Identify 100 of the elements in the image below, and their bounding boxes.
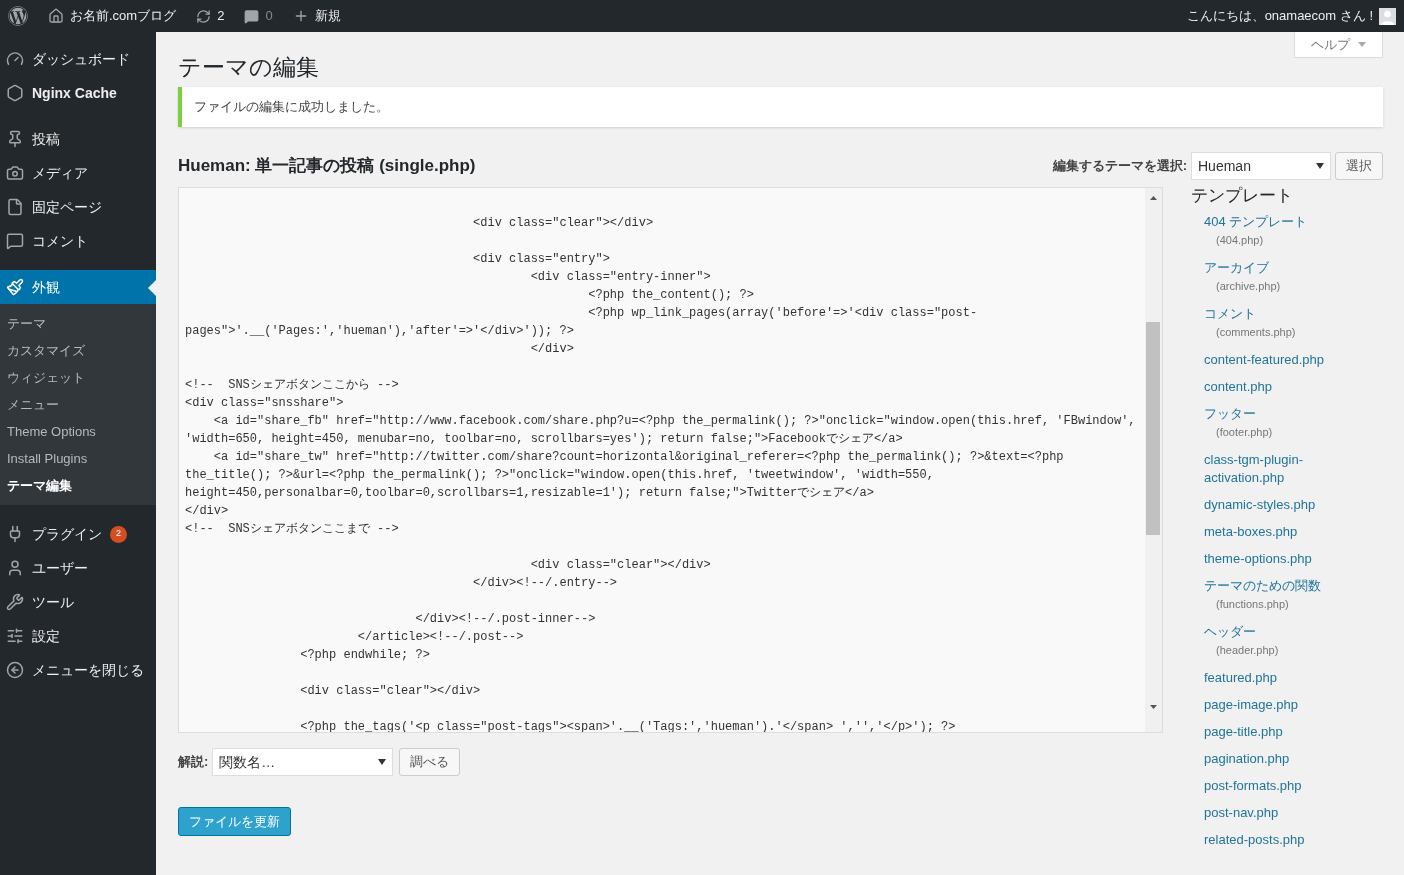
theme-select-label: 編集するテーマを選択: xyxy=(1052,157,1187,176)
site-name-link[interactable]: お名前.comブログ xyxy=(70,6,177,26)
paintbrush-icon xyxy=(6,278,24,296)
menu-item[interactable]: コメント xyxy=(0,224,156,258)
updates-icon[interactable] xyxy=(196,8,212,24)
template-link[interactable]: pagination.php xyxy=(1204,750,1383,768)
code-line: </div> xyxy=(185,503,229,520)
help-tab[interactable]: ヘルプ xyxy=(1294,32,1383,58)
template-link[interactable]: ヘッダー xyxy=(1204,623,1383,641)
template-link[interactable]: meta-boxes.php xyxy=(1204,523,1383,541)
code-line: <!-- SNSシェアボタンここまで --> xyxy=(185,521,399,538)
function-select[interactable]: 関数名… xyxy=(212,748,394,776)
code-line: <div class="entry"> xyxy=(472,251,610,268)
code-line: <a id="share_fb" href="http://www.facebook.com/share.php?u=<?php the_permalink(); ?>"onclick="window.open(this.href, 'FBwindow', xyxy=(212,413,1136,430)
camera-icon xyxy=(6,164,24,182)
lookup-button[interactable]: 調べる xyxy=(399,748,461,776)
code-line: <!-- SNSシェアボタンここから --> xyxy=(185,377,399,394)
code-line: <div class="entry-inner"> xyxy=(529,269,711,286)
wordpress-logo-icon[interactable] xyxy=(8,6,28,26)
template-link[interactable]: テーマのための関数 xyxy=(1204,577,1383,595)
code-line: <?php wp_link_pages(array('before'=>'<div class="post- xyxy=(587,305,978,322)
code-line: 'width=650, height=450, menubar=no, toolbar=no, scrollbars=yes'); return false;">Facebookでシェア</a> xyxy=(185,431,903,448)
page-icon xyxy=(6,198,24,216)
menu-item[interactable]: メニューを閉じる xyxy=(0,653,156,687)
submenu-item[interactable]: メニュー xyxy=(0,391,156,418)
updates-count[interactable]: 2 xyxy=(217,6,225,26)
code-line: </div> xyxy=(529,341,574,358)
collapse-icon xyxy=(6,661,24,679)
submenu-item[interactable]: カスタマイズ xyxy=(0,337,156,364)
select-button[interactable]: 選択 xyxy=(1335,152,1383,180)
code-line: height=450,personalbar=0,toolbar=0,scrollbars=1,resizable=1'); return false;">Twitterでシェア</a> xyxy=(185,485,874,502)
current-pointer-icon xyxy=(148,280,156,296)
code-line: <?php endwhile; ?> xyxy=(299,647,430,664)
comments-icon[interactable] xyxy=(244,8,260,24)
submenu-item[interactable]: Theme Options xyxy=(0,418,156,445)
template-link[interactable]: 404 テンプレート xyxy=(1204,213,1383,231)
comments-count[interactable]: 0 xyxy=(265,6,273,26)
avatar-icon[interactable] xyxy=(1379,7,1396,25)
code-line: <div class="clear"></div> xyxy=(529,557,711,574)
template-filename: (header.php) xyxy=(1215,643,1280,658)
code-line: <a id="share_tw" href="http://twitter.com/share?count=horizontal&original_referer=<?php the_permalink(); ?>&text=<?php xyxy=(212,449,1064,466)
menu-item[interactable]: ツール xyxy=(0,585,156,619)
theme-select[interactable]: Hueman xyxy=(1191,152,1331,180)
caret-icon xyxy=(378,759,387,765)
code-line: <div class="snsshare"> xyxy=(185,395,344,412)
code-line: </div><!--/.entry--> xyxy=(472,575,618,592)
menu-item[interactable]: Nginx Cache xyxy=(0,76,156,110)
code-line: <div class="clear"></div> xyxy=(472,215,654,232)
success-notice: ファイルの編集に成功しました。 xyxy=(178,87,1383,127)
code-editor[interactable] xyxy=(178,187,1163,733)
menu-item[interactable]: メディア xyxy=(0,156,156,190)
template-link[interactable]: content.php xyxy=(1204,378,1383,396)
submenu-item[interactable]: テーマ編集 xyxy=(0,472,156,499)
template-filename: (404.php) xyxy=(1215,233,1265,248)
code-line: </article><!--/.post--> xyxy=(356,629,524,646)
template-link[interactable]: related-posts.php xyxy=(1204,831,1383,849)
page-title: テーマの編集 xyxy=(178,53,319,82)
home-icon[interactable] xyxy=(48,8,64,24)
template-link[interactable]: page-image.php xyxy=(1204,696,1383,714)
code-line: pages">'.__('Pages:','hueman'),'after'=>'</div>')); ?> xyxy=(185,323,574,340)
template-link[interactable]: フッター xyxy=(1204,405,1383,423)
template-link[interactable]: featured.php xyxy=(1204,669,1383,687)
template-filename: (archive.php) xyxy=(1215,279,1282,294)
code-line: <?php the_tags('<p class="post-tags"><span>'.__('Tags:','hueman').'</span> ','','</p>'); ?> xyxy=(299,719,956,732)
template-link[interactable]: content-featured.php xyxy=(1204,351,1383,369)
person-icon xyxy=(6,559,24,577)
count-badge: 2 xyxy=(110,525,127,543)
greeting-link[interactable]: こんにちは、onamaecom さん ! xyxy=(1186,6,1373,26)
menu-item[interactable]: ダッシュボード xyxy=(0,42,156,76)
new-link[interactable]: 新規 xyxy=(314,6,341,26)
code-line: </div><!--/.post-inner--> xyxy=(414,611,596,628)
template-link[interactable]: アーカイブ xyxy=(1204,259,1383,277)
template-link[interactable]: コメント xyxy=(1204,305,1383,323)
template-link[interactable]: dynamic-styles.php xyxy=(1204,496,1383,514)
templates-heading: テンプレート xyxy=(1191,185,1294,207)
template-link[interactable]: theme-options.php xyxy=(1204,550,1383,568)
menu-item[interactable]: 固定ページ xyxy=(0,190,156,224)
submenu-item[interactable]: Install Plugins xyxy=(0,445,156,472)
menu-item[interactable]: 外観 xyxy=(0,270,156,304)
speech-bubble-icon xyxy=(6,232,24,250)
code-line: <?php the_content(); ?> xyxy=(587,287,754,304)
template-link[interactable]: post-formats.php xyxy=(1204,777,1383,795)
template-link[interactable]: page-title.php xyxy=(1204,723,1383,741)
hexagon-icon xyxy=(6,84,24,102)
submenu-item[interactable]: テーマ xyxy=(0,310,156,337)
scrollbar-drawing[interactable] xyxy=(1145,188,1162,732)
menu-item[interactable]: プラグイン 2 xyxy=(0,517,156,551)
submenu-item[interactable]: ウィジェット xyxy=(0,364,156,391)
caret-icon xyxy=(1358,42,1366,47)
template-filename: (footer.php) xyxy=(1215,425,1274,440)
template-filename: (comments.php) xyxy=(1215,325,1297,340)
menu-item[interactable]: 投稿 xyxy=(0,122,156,156)
template-filename: (functions.php) xyxy=(1215,597,1290,612)
menu-item[interactable]: ユーザー xyxy=(0,551,156,585)
pin-icon xyxy=(6,130,24,148)
code-line: <div class="clear"></div> xyxy=(299,683,481,700)
template-link[interactable]: post-nav.php xyxy=(1204,804,1383,822)
menu-item[interactable]: 設定 xyxy=(0,619,156,653)
lookup-label: 解説: xyxy=(178,753,209,772)
template-link[interactable]: class-tgm-plugin-activation.php xyxy=(1204,451,1334,487)
